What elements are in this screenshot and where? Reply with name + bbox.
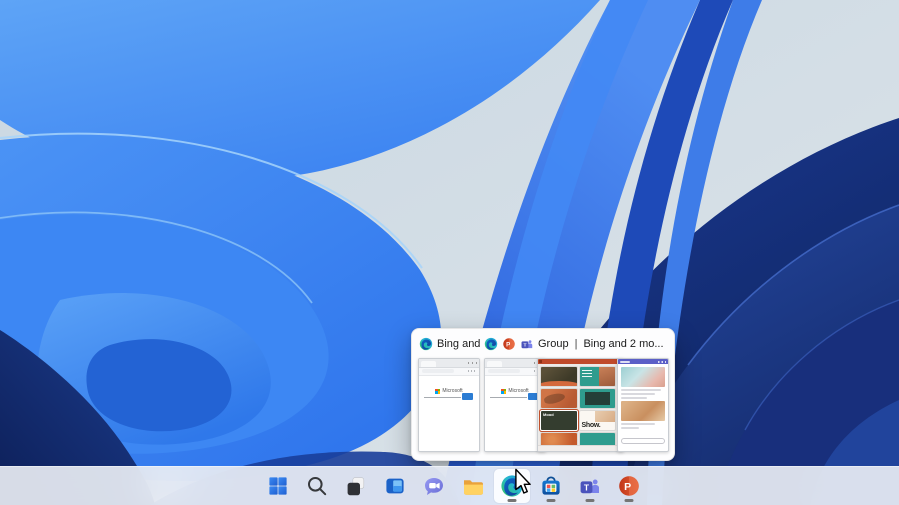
chat-button[interactable] — [416, 469, 452, 503]
microsoft-logo-icon — [501, 389, 506, 394]
edge-icon — [500, 474, 524, 498]
browser-address-bar — [419, 368, 479, 376]
file-explorer-button[interactable] — [455, 469, 491, 503]
browser-tab-strip — [419, 359, 479, 368]
powerpoint-icon — [502, 337, 516, 351]
preview-title: Bing and... — [437, 338, 481, 350]
slide-thumbnail — [541, 367, 577, 386]
slide-thumbnail — [541, 389, 577, 408]
signin-next-button — [462, 393, 473, 400]
signin-page: Microsoft — [419, 376, 479, 452]
taskbar — [0, 466, 899, 505]
edge-icon — [484, 337, 498, 351]
teams-icon — [520, 337, 534, 351]
chat-icon — [422, 474, 446, 498]
window-preview-powerpoint[interactable]: Mood Show. — [537, 358, 624, 452]
slide-text: Mood — [543, 412, 554, 417]
browser-address-bar — [485, 368, 545, 376]
running-indicator — [508, 499, 517, 502]
window-preview-edge-1[interactable]: Microsoft — [418, 358, 480, 452]
microsoft-logo-text: Microsoft — [442, 388, 462, 394]
microsoft-logo-icon — [435, 389, 440, 394]
running-indicator — [625, 499, 634, 502]
task-view-button[interactable] — [338, 469, 374, 503]
powerpoint-icon — [617, 474, 641, 498]
chat-image — [621, 401, 665, 421]
preview-group-single: Bing and... — [419, 335, 481, 352]
edge-button[interactable] — [494, 469, 530, 503]
signin-input-line — [490, 397, 527, 398]
signin-page: Microsoft — [485, 376, 545, 452]
slide-thumbnail — [580, 367, 616, 386]
message-compose-box — [621, 438, 665, 444]
slide-thumbnail: Show. — [580, 411, 616, 430]
microsoft-logo-text: Microsoft — [508, 388, 528, 394]
slide-thumbnail-selected: Mood — [541, 411, 577, 430]
store-button[interactable] — [533, 469, 569, 503]
taskbar-preview-flyout: Bing and... Group | Bing and 2 mo... Mic… — [411, 328, 675, 461]
running-indicator — [586, 499, 595, 502]
store-icon — [539, 474, 563, 498]
preview-group-grouped: Group | Bing and 2 mo... — [484, 335, 670, 352]
browser-tab-strip — [485, 359, 545, 368]
preview-title: Bing and 2 mo... — [583, 338, 663, 350]
powerpoint-button[interactable] — [611, 469, 647, 503]
task-view-icon — [344, 474, 368, 498]
chat-image — [621, 367, 665, 387]
widgets-icon — [383, 474, 407, 498]
start-icon — [266, 474, 290, 498]
search-icon — [305, 474, 329, 498]
windows-desktop: T P — [0, 0, 899, 505]
teams-button[interactable] — [572, 469, 608, 503]
signin-input-line — [424, 397, 461, 398]
edge-icon — [419, 337, 433, 351]
powerpoint-status-bar — [538, 445, 623, 451]
preview-separator: | — [575, 338, 578, 350]
start-button[interactable] — [260, 469, 296, 503]
slide-text: Show. — [582, 422, 601, 429]
widgets-button[interactable] — [377, 469, 413, 503]
slide-grid: Mood Show. — [538, 364, 618, 446]
running-indicator — [547, 499, 556, 502]
teams-icon — [578, 474, 602, 498]
file-explorer-icon — [461, 474, 485, 498]
window-preview-teams[interactable] — [617, 358, 669, 452]
slide-thumbnail — [580, 389, 616, 408]
teams-chat — [618, 364, 668, 446]
search-button[interactable] — [299, 469, 335, 503]
preview-group-label: Group — [538, 338, 569, 350]
